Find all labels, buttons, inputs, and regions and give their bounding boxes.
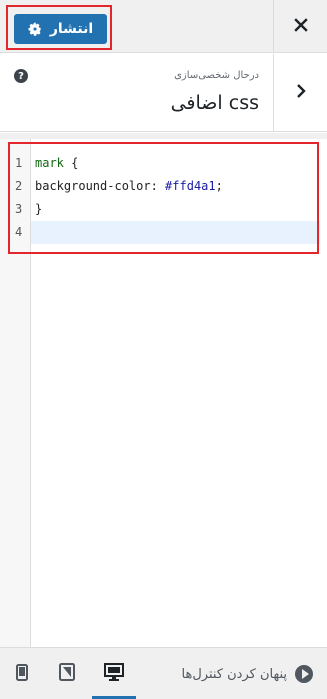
mobile-preview-button[interactable] [0, 648, 44, 699]
gear-icon[interactable] [28, 22, 42, 36]
hide-controls-label: پنهان کردن کنترل‌ها [181, 666, 287, 682]
customizer-header: انتشار [0, 0, 327, 53]
publish-button[interactable]: انتشار [14, 14, 107, 44]
tablet-preview-button[interactable] [45, 648, 89, 699]
tablet-icon [59, 663, 75, 685]
breadcrumb: درحال شخصی‌سازی [174, 70, 259, 81]
section-title: css اضافی [170, 92, 259, 114]
chevron-right-icon [295, 83, 307, 103]
mobile-icon [16, 663, 28, 685]
close-button[interactable] [273, 0, 327, 53]
collapse-icon [295, 665, 313, 683]
help-icon[interactable]: ? [14, 69, 28, 83]
hide-controls-button[interactable]: پنهان کردن کنترل‌ها [182, 648, 313, 699]
publish-label: انتشار [49, 21, 94, 37]
close-icon [293, 17, 308, 36]
css-code-editor[interactable]: 1 mark { 2 background-color: #ffd4a1; 3 … [0, 139, 327, 647]
back-button[interactable] [273, 54, 327, 132]
code-highlight-frame [8, 142, 319, 254]
section-header: ? درحال شخصی‌سازی css اضافی [0, 54, 327, 132]
customizer-footer: پنهان کردن کنترل‌ها [0, 647, 327, 699]
desktop-icon [104, 663, 124, 685]
desktop-preview-button[interactable] [92, 648, 136, 699]
